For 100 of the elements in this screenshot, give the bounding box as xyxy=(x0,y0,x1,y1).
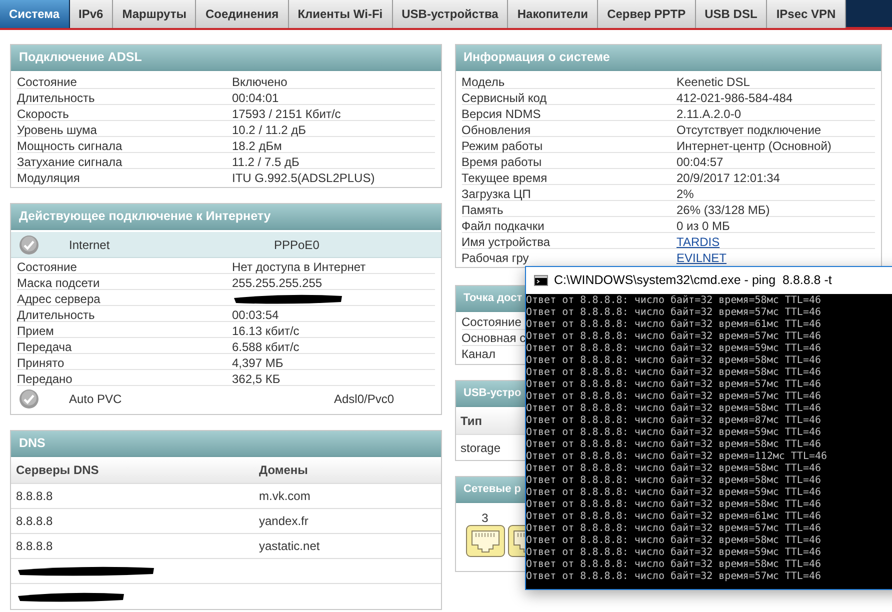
field-value: 0 из 0 МБ xyxy=(676,218,731,235)
field-label: Файл подкачки xyxy=(462,218,546,235)
tab[interactable]: USB-устройства xyxy=(392,0,508,28)
field-label: Текущее время xyxy=(462,170,548,187)
field-value: 6.588 кбит/с xyxy=(232,339,300,356)
panel-title: USB-устро xyxy=(464,386,522,402)
tab[interactable]: Накопители xyxy=(508,0,598,28)
field-value: 2% xyxy=(676,186,695,203)
field-label: Версия NDMS xyxy=(462,106,542,123)
terminal-icon xyxy=(534,275,548,286)
field-label: Рабочая гру xyxy=(462,250,530,267)
field-value: 00:03:54 xyxy=(232,307,280,324)
field-value: 2.11.A.2.0-0 xyxy=(676,106,742,123)
panel-title: Подключение ADSL xyxy=(19,49,142,66)
field-value: 255.255.255.255 xyxy=(232,275,324,292)
console-line: Ответ от 8.8.8.8: число байт=32 время=58мс TTL=46 xyxy=(526,559,822,571)
field-label: Длительность xyxy=(17,307,96,324)
field-label: Режим работы xyxy=(462,138,544,155)
field-label: Сервисный код xyxy=(462,90,548,107)
field-label: Длительность xyxy=(17,90,96,107)
tab[interactable]: USB DSL xyxy=(696,0,768,28)
field-value: Интернет-центр (Основной) xyxy=(676,138,832,155)
console-line: Ответ от 8.8.8.8: число байт=32 время=57мс TTL=46 xyxy=(526,523,822,535)
table-cell-text: 8.8.8.8 xyxy=(16,513,54,530)
tab[interactable]: Соединения xyxy=(196,0,289,28)
console-line: Ответ от 8.8.8.8: число байт=32 время=57мс TTL=46 xyxy=(526,571,822,583)
console-line: Ответ от 8.8.8.8: число байт=32 время=57мс TTL=46 xyxy=(526,307,822,319)
console-line: Ответ от 8.8.8.8: число байт=32 время=58мс TTL=46 xyxy=(526,463,822,475)
panel-title: DNS xyxy=(19,435,46,452)
table-cell-text: yastatic.net xyxy=(259,538,321,555)
tab[interactable]: IPsec VPN xyxy=(767,0,846,28)
panel-title: Действующее подключение к Интернету xyxy=(19,208,271,226)
field-label: Скорость xyxy=(17,106,70,123)
column-header: Тип xyxy=(460,412,482,430)
connection-name: Auto PVC xyxy=(69,391,123,408)
device-link[interactable]: EVILNET xyxy=(676,249,727,267)
field-value: Включено xyxy=(232,74,288,91)
field-label: Время работы xyxy=(462,154,543,171)
check-icon xyxy=(19,389,39,409)
field-value: Нет доступа в Интернет xyxy=(232,259,367,276)
field-value: 10.2 / 11.2 дБ xyxy=(232,122,308,139)
console-line: Ответ от 8.8.8.8: число байт=32 время=59мс TTL=46 xyxy=(526,343,822,355)
field-value: 26% (33/128 МБ) xyxy=(676,202,771,219)
port-number: 3 xyxy=(482,510,488,523)
field-value: 18.2 дБм xyxy=(232,138,283,155)
console-line: Ответ от 8.8.8.8: число байт=32 время=58мс TTL=46 xyxy=(526,535,822,547)
console-line: Ответ от 8.8.8.8: число байт=32 время=59мс TTL=46 xyxy=(526,427,822,439)
field-value: 362,5 КБ xyxy=(232,371,282,388)
console-line: Ответ от 8.8.8.8: число байт=32 время=58мс TTL=46 xyxy=(526,295,822,307)
field-label: Имя устройства xyxy=(462,234,552,251)
panel-title: Точка дост xyxy=(464,291,522,306)
field-label: Адрес сервера xyxy=(17,291,102,308)
tab[interactable]: Сервер PPTP xyxy=(598,0,696,28)
tab[interactable]: Маршруты xyxy=(113,0,196,28)
field-label: Прием xyxy=(17,323,55,340)
console-line: Ответ от 8.8.8.8: число байт=32 время=112мс TTL=46 xyxy=(526,451,828,463)
field-label: Передано xyxy=(17,371,74,388)
console-line: Ответ от 8.8.8.8: число байт=32 время=58мс TTL=46 xyxy=(526,499,822,511)
field-label: Затухание сигнала xyxy=(17,154,124,171)
field-value: 00:04:01 xyxy=(232,90,280,107)
field-label: Память xyxy=(462,202,504,219)
console-line: Ответ от 8.8.8.8: число байт=32 время=58мс TTL=46 xyxy=(526,355,822,367)
console-line: Ответ от 8.8.8.8: число байт=32 время=57мс TTL=46 xyxy=(526,391,822,403)
field-value: 17593 / 2151 Кбит/с xyxy=(232,106,342,123)
table-cell-text: 8.8.8.8 xyxy=(16,538,54,555)
field-value: 20/9/2017 12:01:34 xyxy=(676,170,781,187)
console-line: Ответ от 8.8.8.8: число байт=32 время=58мс TTL=46 xyxy=(526,475,822,487)
console-line: Ответ от 8.8.8.8: число байт=32 время=59мс TTL=46 xyxy=(526,487,822,499)
field-value: 4,397 МБ xyxy=(232,355,284,372)
field-value: Отсутствует подключение xyxy=(676,122,822,139)
device-link[interactable]: TARDIS xyxy=(676,233,720,251)
field-value: 11.2 / 7.5 дБ xyxy=(232,154,300,171)
connection-interface: Adsl0/Pvc0 xyxy=(334,391,394,408)
console-line: Ответ от 8.8.8.8: число байт=32 время=58мс TTL=46 xyxy=(526,367,822,379)
field-label: Передача xyxy=(17,339,73,356)
field-label: Принято xyxy=(17,355,66,372)
panel-title: Информация о системе xyxy=(464,49,610,66)
field-label: Основная с xyxy=(462,330,526,346)
window-title: C:\WINDOWS\system32\cmd.exe - ping 8.8.8.8 -t xyxy=(554,272,832,290)
console-line: Ответ от 8.8.8.8: число байт=32 время=59мс TTL=46 xyxy=(526,547,822,559)
field-label: Модель xyxy=(462,74,506,91)
tab[interactable]: Система xyxy=(0,0,70,28)
table-cell-text: storage xyxy=(460,440,501,456)
console-line: Ответ от 8.8.8.8: число байт=32 время=61мс TTL=46 xyxy=(526,511,822,523)
field-label: Канал xyxy=(462,346,496,363)
field-value: ITU G.992.5(ADSL2PLUS) xyxy=(232,170,376,187)
connection-interface: PPPoE0 xyxy=(274,236,320,254)
console-line: Ответ от 8.8.8.8: число байт=32 время=87мс TTL=46 xyxy=(526,415,822,427)
field-value: 412-021-986-584-484 xyxy=(676,90,794,107)
tab[interactable]: Клиенты Wi-Fi xyxy=(288,0,393,28)
column-header: Серверы DNS xyxy=(16,462,100,479)
field-label: Обновления xyxy=(462,122,532,139)
field-label: Состояние xyxy=(17,259,78,276)
table-cell-text: yandex.fr xyxy=(259,513,310,530)
field-value: 16.13 кбит/с xyxy=(232,323,300,340)
console-line: Ответ от 8.8.8.8: число байт=32 время=58мс TTL=46 xyxy=(526,439,822,451)
field-label: Загрузка ЦП xyxy=(462,186,532,203)
tab[interactable]: IPv6 xyxy=(70,0,114,28)
console-line: Ответ от 8.8.8.8: число байт=32 время=58мс TTL=46 xyxy=(526,403,822,415)
table-cell-text: 8.8.8.8 xyxy=(16,488,54,505)
